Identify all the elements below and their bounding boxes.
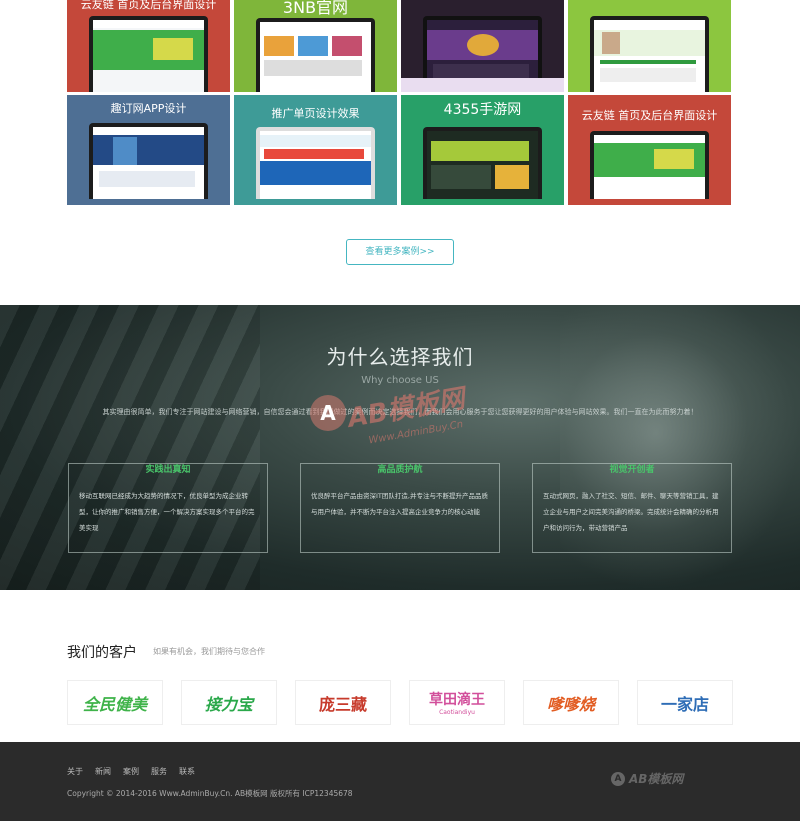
client-logo-text: 草田滴王 [429, 692, 485, 708]
portfolio-grid: 云友链 首页及后台界面设计 3NB官网 趣订网APP设计 推广单页设计效果 43… [67, 0, 733, 205]
more-cases-button[interactable]: 查看更多案例>> [346, 239, 454, 265]
clients-subtitle: 如果有机会，我们期待与您合作 [153, 647, 265, 656]
footer-logo-text: AB模板网 [629, 772, 684, 786]
client-logo[interactable]: 一家店 [637, 680, 733, 725]
footer-link-about[interactable]: 关于 [67, 766, 83, 777]
client-logo[interactable]: 草田滴王 Caotiandiyu [409, 680, 505, 725]
feature-title: 高品质护航 [377, 465, 423, 475]
portfolio-tile[interactable] [568, 0, 731, 92]
client-logo-text: 接力宝 [204, 694, 253, 714]
footer-link-services[interactable]: 服务 [151, 766, 167, 777]
client-logo[interactable]: 接力宝 [181, 680, 277, 725]
feature-title: 实践出真知 [145, 465, 191, 475]
copyright: Copyright © 2014-2016 Www.AdminBuy.Cn. A… [67, 789, 353, 798]
feature-body: 移动互联网已经成为大趋势的情况下，优良单型为成企业转型，让你的推广和销售方便，一… [79, 492, 255, 532]
client-logo[interactable]: 全民健美 [67, 680, 163, 725]
portfolio-tile[interactable]: 云友链 首页及后台界面设计 [67, 0, 230, 92]
client-logo[interactable]: 嗲嗲烧 [523, 680, 619, 725]
logo-icon: A [611, 771, 625, 786]
portfolio-tile[interactable]: 推广单页设计效果 [234, 95, 397, 205]
clients-title: 我们的客户 [67, 645, 137, 661]
client-logo-text: 全民健美 [82, 694, 147, 714]
tile-title: 云友链 首页及后台界面设计 [581, 109, 718, 122]
svg-text:A: A [320, 401, 336, 425]
client-logo-text: 一家店 [660, 694, 709, 714]
feature-card: 高品质护航 优良醉平台产品由资深IT团队打造,并专注与不断提升产品品质与用户体验… [300, 463, 500, 553]
client-logo-subtext: Caotiandiyu [439, 709, 475, 716]
portfolio-tile[interactable]: 云友链 首页及后台界面设计 [568, 95, 731, 205]
why-choose-us-section: 为什么选择我们 Why choose US 其实理由很简单，我们专注于网站建设与… [0, 305, 800, 590]
footer-logo: A AB模板网 [611, 770, 683, 787]
footer-link-cases[interactable]: 案例 [123, 766, 139, 777]
tile-title: 4355手游网 [443, 102, 522, 118]
feature-card: 视觉开创者 互动式网页，融入了社交、短信、邮件、聊天等营销工具，建立企业与用户之… [532, 463, 732, 553]
footer-link-contact[interactable]: 联系 [179, 766, 195, 777]
tile-title: 趣订网APP设计 [110, 102, 187, 115]
portfolio-tile[interactable]: 4355手游网 [401, 95, 564, 205]
footer-link-news[interactable]: 新闻 [95, 766, 111, 777]
portfolio-tile[interactable]: 3NB官网 [234, 0, 397, 92]
portfolio-tile[interactable]: 趣订网APP设计 [67, 95, 230, 205]
watermark-logo: A AB模板网 Www.AdminBuy.Cn [310, 383, 471, 445]
feature-title: 视觉开创者 [609, 465, 655, 475]
client-logo[interactable]: 庞三藏 [295, 680, 391, 725]
portfolio-tile[interactable] [401, 0, 564, 92]
tile-title: 推广单页设计效果 [271, 107, 360, 120]
tile-title: 云友链 首页及后台界面设计 [80, 0, 217, 11]
feature-body: 优良醉平台产品由资深IT团队打造,并专注与不断提升产品品质与用户体验，并不断为平… [311, 492, 488, 516]
feature-card: 实践出真知 移动互联网已经成为大趋势的情况下，优良单型为成企业转型，让你的推广和… [68, 463, 268, 553]
footer-nav: 关于 新闻 案例 服务 联系 [67, 766, 195, 777]
client-logo-text: 庞三藏 [318, 694, 367, 714]
tile-title: 3NB官网 [282, 0, 349, 17]
client-logo-text: 嗲嗲烧 [546, 694, 595, 714]
section-title: 为什么选择我们 [326, 345, 474, 369]
footer: 关于 新闻 案例 服务 联系 Copyright © 2014-2016 Www… [0, 742, 800, 821]
feature-body: 互动式网页，融入了社交、短信、邮件、聊天等营销工具，建立企业与用户之间完美沟通的… [543, 492, 719, 532]
